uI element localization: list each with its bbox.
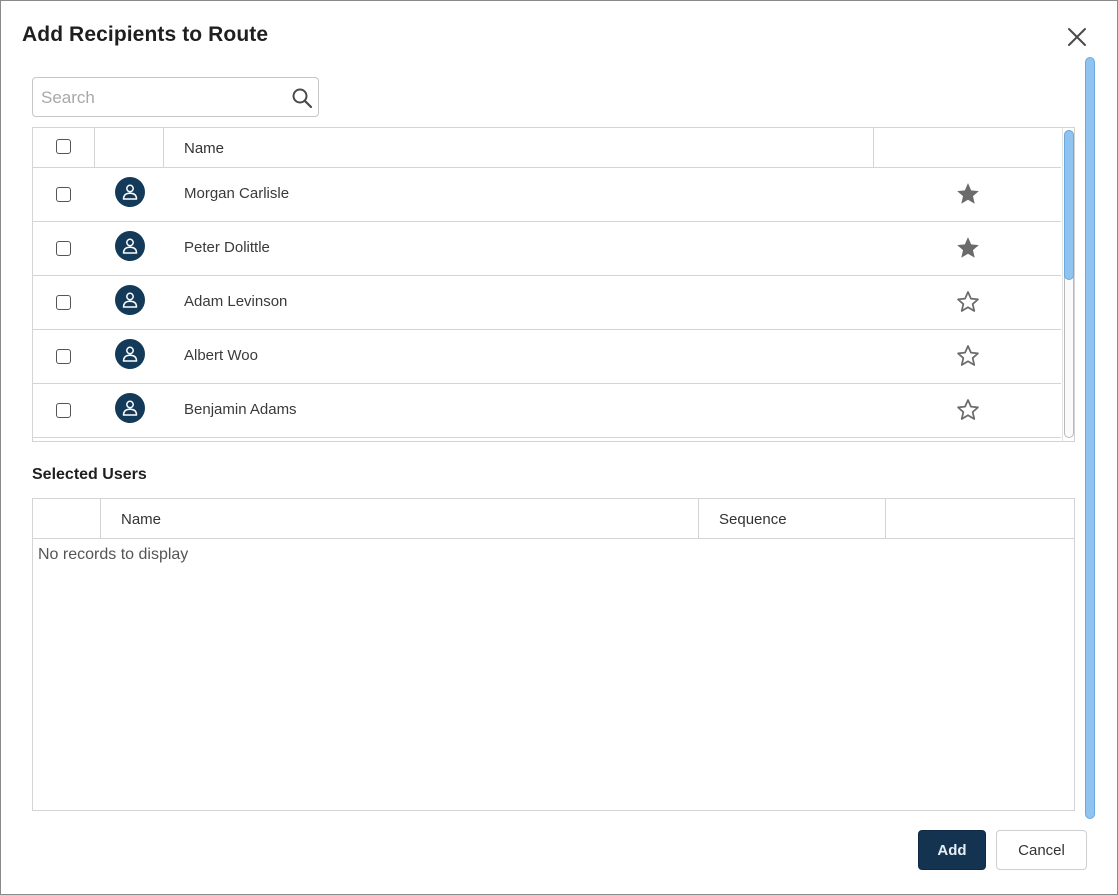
star-outline-icon[interactable] (955, 289, 981, 315)
user-icon (122, 184, 138, 200)
avatar (115, 231, 145, 261)
row-checkbox[interactable] (56, 187, 71, 202)
recipient-name: Peter Dolittle (184, 239, 270, 256)
sequence-column-label: Sequence (719, 510, 787, 528)
add-button[interactable]: Add (918, 830, 986, 870)
star-filled-icon[interactable] (955, 235, 981, 261)
selected-name-column-header[interactable]: Name (101, 499, 699, 539)
recipient-row[interactable]: Adam Levinson (33, 276, 1061, 330)
avatar-column-header (95, 128, 164, 168)
recipients-grid: Name Morgan Carlisle Peter Dolittle Adam… (32, 127, 1075, 442)
empty-message: No records to display (38, 546, 189, 563)
selected-users-grid-header: Name Sequence (33, 499, 1074, 539)
search-icon[interactable] (291, 87, 313, 109)
favorite-column-header (874, 128, 1062, 168)
star-outline-icon[interactable] (955, 343, 981, 369)
row-checkbox[interactable] (56, 349, 71, 364)
avatar (115, 177, 145, 207)
recipient-row[interactable]: Benjamin Adams (33, 384, 1061, 438)
sequence-column-header[interactable]: Sequence (699, 499, 886, 539)
recipient-row[interactable]: Peter Dolittle (33, 222, 1061, 276)
selected-name-column-label: Name (121, 510, 162, 528)
select-all-cell (33, 128, 95, 168)
row-checkbox[interactable] (56, 241, 71, 256)
selected-users-title: Selected Users (32, 466, 147, 483)
recipient-name: Benjamin Adams (184, 401, 297, 418)
recipients-scrollbar[interactable] (1062, 128, 1074, 441)
recipients-scrollbar-thumb[interactable] (1064, 130, 1074, 280)
recipient-row[interactable]: Albert Woo (33, 330, 1061, 384)
avatar (115, 285, 145, 315)
name-column-header[interactable]: Name (164, 128, 874, 168)
name-column-label: Name (184, 139, 225, 157)
avatar (115, 393, 145, 423)
avatar (115, 339, 145, 369)
add-recipients-dialog: Add Recipients to Route Name (0, 0, 1118, 895)
recipient-name: Adam Levinson (184, 293, 288, 310)
star-filled-icon[interactable] (955, 181, 981, 207)
recipient-name: Albert Woo (184, 347, 258, 364)
user-icon (122, 238, 138, 254)
selected-blank-column-header (33, 499, 101, 539)
row-checkbox[interactable] (56, 295, 71, 310)
close-icon (1068, 28, 1086, 46)
dialog-title: Add Recipients to Route (22, 23, 269, 46)
cancel-button[interactable]: Cancel (996, 830, 1087, 870)
dialog-scrollbar-thumb[interactable] (1085, 57, 1095, 819)
user-icon (122, 292, 138, 308)
selected-actions-column-header (886, 499, 1074, 539)
search-input[interactable] (39, 86, 279, 110)
user-icon (122, 400, 138, 416)
recipient-row[interactable]: Morgan Carlisle (33, 168, 1061, 222)
close-button[interactable] (1063, 23, 1091, 51)
recipient-name: Morgan Carlisle (184, 185, 290, 202)
recipients-grid-header: Name (33, 128, 1061, 168)
dialog-scrollbar[interactable] (1084, 57, 1096, 819)
select-all-checkbox[interactable] (56, 139, 71, 154)
row-checkbox[interactable] (56, 403, 71, 418)
user-icon (122, 346, 138, 362)
search-box (32, 77, 319, 117)
star-outline-icon[interactable] (955, 397, 981, 423)
selected-users-grid: Name Sequence No records to display (32, 498, 1075, 811)
